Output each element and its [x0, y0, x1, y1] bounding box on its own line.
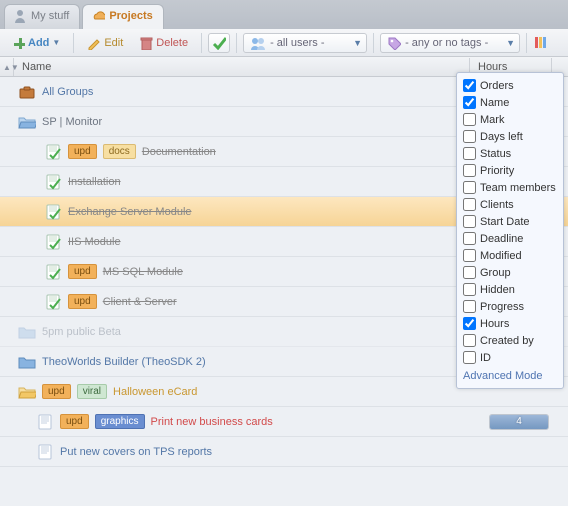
column-option[interactable]: Hours	[463, 315, 557, 332]
folder-open-icon	[18, 114, 36, 130]
column-option[interactable]: ID	[463, 349, 557, 366]
column-picker-panel: OrdersNameMarkDays leftStatusPriorityTea…	[456, 72, 564, 389]
tag-upd: upd	[60, 414, 89, 429]
column-option[interactable]: Priority	[463, 162, 557, 179]
approve-button[interactable]	[208, 33, 230, 53]
tag-viral: viral	[77, 384, 107, 399]
column-option[interactable]: Modified	[463, 247, 557, 264]
column-option[interactable]: Created by	[463, 332, 557, 349]
row-print-cards[interactable]: upd graphics Print new business cards 4	[0, 407, 568, 437]
column-option[interactable]: Clients	[463, 196, 557, 213]
tag-docs: docs	[103, 144, 136, 159]
edit-button[interactable]: Edit	[80, 33, 130, 53]
add-button[interactable]: Add ▼	[6, 34, 67, 52]
person-icon	[13, 9, 27, 23]
column-checkbox[interactable]	[463, 232, 476, 245]
columns-button[interactable]	[533, 33, 549, 53]
column-option[interactable]: Status	[463, 145, 557, 162]
task-icon	[36, 444, 54, 460]
column-checkbox[interactable]	[463, 181, 476, 194]
tab-mystuff[interactable]: My stuff	[4, 4, 80, 29]
column-checkbox[interactable]	[463, 164, 476, 177]
column-checkbox[interactable]	[463, 351, 476, 364]
task-done-icon	[44, 174, 62, 190]
column-checkbox[interactable]	[463, 79, 476, 92]
column-checkbox[interactable]	[463, 113, 476, 126]
delete-button[interactable]: Delete	[132, 33, 195, 53]
column-checkbox[interactable]	[463, 300, 476, 313]
col-name[interactable]: Name	[14, 58, 470, 76]
tab-label: Projects	[109, 10, 152, 22]
column-option[interactable]: Team members	[463, 179, 557, 196]
task-icon	[36, 414, 54, 430]
column-checkbox[interactable]	[463, 317, 476, 330]
column-option[interactable]: Mark	[463, 111, 557, 128]
column-checkbox[interactable]	[463, 130, 476, 143]
tag-upd: upd	[68, 144, 97, 159]
column-option[interactable]: Name	[463, 94, 557, 111]
cloud-icon	[91, 9, 105, 23]
column-option[interactable]: Orders	[463, 77, 557, 94]
task-done-icon	[44, 264, 62, 280]
column-option[interactable]: Group	[463, 264, 557, 281]
column-option[interactable]: Deadline	[463, 230, 557, 247]
row-tps[interactable]: Put new covers on TPS reports	[0, 437, 568, 467]
column-checkbox[interactable]	[463, 147, 476, 160]
folder-closed-icon	[18, 324, 36, 340]
users-filter[interactable]: - all users - ▼	[243, 33, 367, 53]
column-option[interactable]: Hidden	[463, 281, 557, 298]
column-checkbox[interactable]	[463, 266, 476, 279]
toolbar: Add ▼ Edit Delete - all users - ▼ - any …	[0, 29, 568, 57]
column-option[interactable]: Progress	[463, 298, 557, 315]
task-done-icon	[44, 294, 62, 310]
briefcase-icon	[18, 84, 36, 100]
column-checkbox[interactable]	[463, 96, 476, 109]
tab-projects[interactable]: Projects	[82, 4, 163, 29]
tag-upd: upd	[68, 264, 97, 279]
column-option[interactable]: Days left	[463, 128, 557, 145]
task-done-icon	[44, 144, 62, 160]
column-checkbox[interactable]	[463, 334, 476, 347]
column-checkbox[interactable]	[463, 215, 476, 228]
tab-bar: My stuff Projects	[0, 0, 568, 29]
column-checkbox[interactable]	[463, 283, 476, 296]
tag-upd: upd	[42, 384, 71, 399]
tags-filter[interactable]: - any or no tags - ▼	[380, 33, 520, 53]
column-checkbox[interactable]	[463, 249, 476, 262]
column-checkbox[interactable]	[463, 198, 476, 211]
folder-closed-icon	[18, 354, 36, 370]
tab-label: My stuff	[31, 10, 69, 22]
tag-upd: upd	[68, 294, 97, 309]
task-done-icon	[44, 204, 62, 220]
folder-open-icon	[18, 384, 36, 400]
task-done-icon	[44, 234, 62, 250]
advanced-mode-link[interactable]: Advanced Mode	[463, 366, 557, 382]
tag-graphics: graphics	[95, 414, 145, 429]
column-option[interactable]: Start Date	[463, 213, 557, 230]
